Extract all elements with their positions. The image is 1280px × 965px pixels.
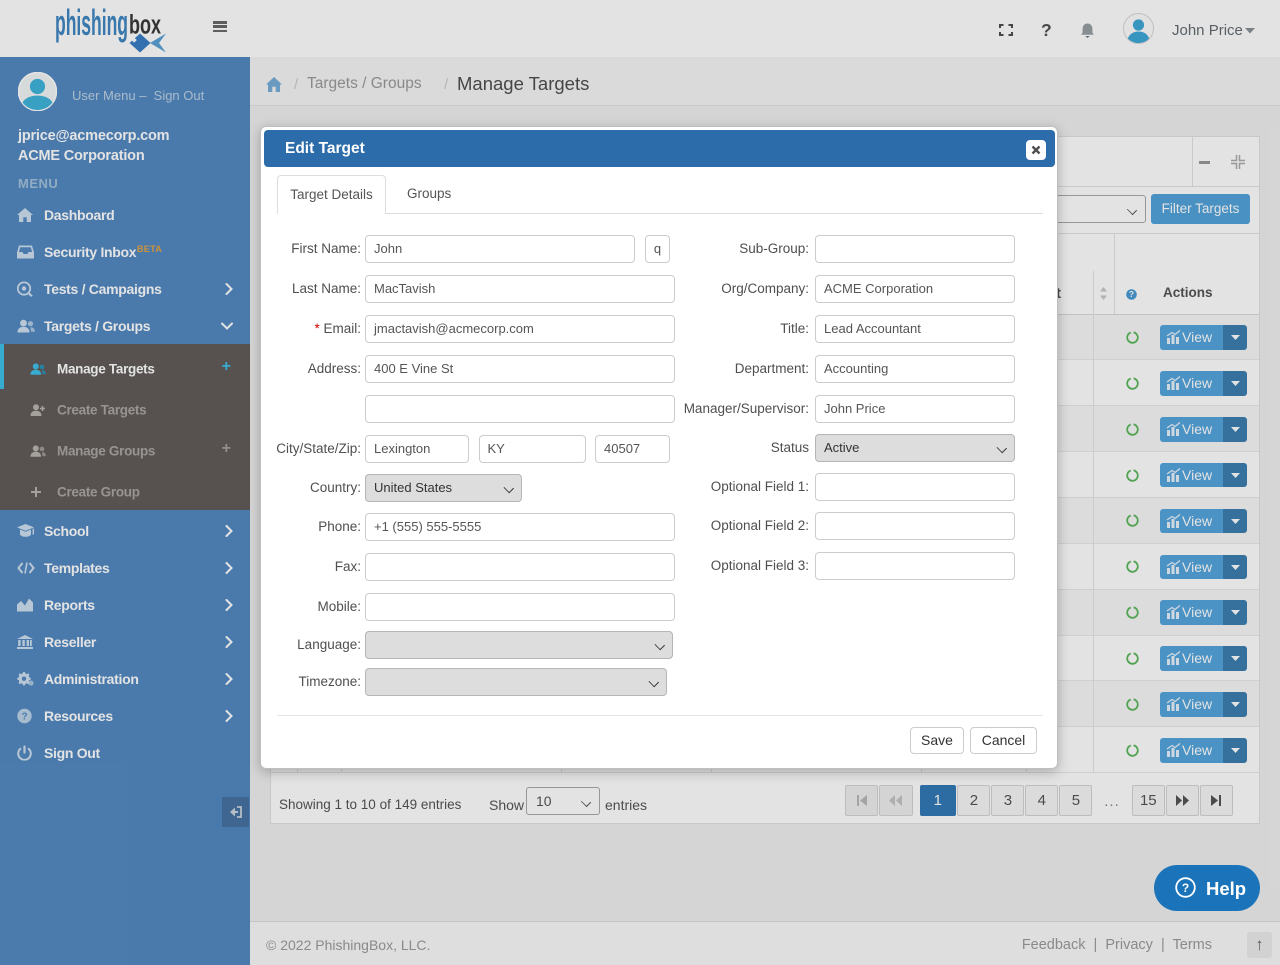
svg-text:?: ? bbox=[1182, 881, 1189, 895]
